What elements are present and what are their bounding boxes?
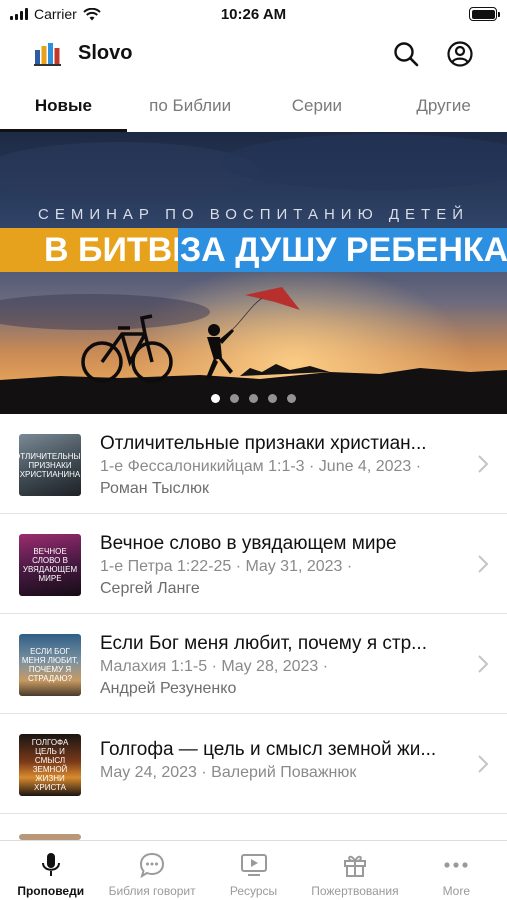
app-logo-icon [34,43,61,66]
sermon-list: Отличительные признаки христианина Отлич… [0,414,507,854]
status-bar: Carrier 10:26 AM [0,0,507,30]
carousel-dots [0,394,507,403]
status-time: 10:26 AM [220,6,287,23]
tabbar-more[interactable]: More [406,841,507,900]
list-item[interactable]: Отличительные признаки христианина Отлич… [0,414,507,514]
list-item[interactable]: Вечное слово в увядающем мире Вечное сло… [0,514,507,614]
sermon-meta: 1-е Фессалоникийцам 1:1-3 · June 4, 2023… [100,458,422,475]
chevron-right-icon [478,455,489,473]
banner-title-part2: ЗА ДУШУ РЕБЕНКА [178,228,507,272]
carousel-dot[interactable] [287,394,296,403]
sermon-meta: May 24, 2023 · Валерий Поважнюк [100,764,357,781]
tab-new[interactable]: Новые [0,86,127,132]
carousel-dot[interactable] [211,394,220,403]
tab-by-bible[interactable]: по Библии [127,86,254,132]
gift-icon [343,855,366,877]
sermon-author: Сергей Ланге [100,580,200,597]
tabbar-bible-speaks[interactable]: Библия говорит [101,841,202,900]
tabbar-resources[interactable]: Ресурсы [203,841,304,900]
sermon-author: Андрей Резуненко [100,680,237,697]
sermon-title: Отличительные признаки христиан... [100,433,427,454]
chat-bubble-icon [140,852,165,878]
banner-subtitle: СЕМИНАР ПО ВОСПИТАНИЮ ДЕТЕЙ [37,206,470,223]
tab-other[interactable]: Другие [380,86,507,132]
carousel-dot[interactable] [268,394,277,403]
microphone-icon [41,853,60,876]
chevron-right-icon [478,655,489,673]
sermon-meta: Малахия 1:1-5 · May 28, 2023 · [100,658,329,675]
more-dots-icon [444,862,468,868]
app-header: Slovo [0,30,507,78]
sermon-thumbnail: Отличительные признаки христианина [19,434,81,496]
sermon-thumbnail: Вечное слово в увядающем мире [19,534,81,596]
tabbar-sermons[interactable]: Проповеди [0,841,101,900]
search-button[interactable] [390,38,422,70]
sermon-title: Голгофа — цель и смысл земной жи... [100,739,437,760]
chevron-right-icon [478,755,489,773]
category-tabs: Новые по Библии Серии Другие [0,86,507,132]
tabbar-label: More [442,884,470,898]
banner-title: В БИТВЕ ЗА ДУШУ РЕБЕНКА [0,228,507,272]
carousel-dot[interactable] [230,394,239,403]
tab-series[interactable]: Серии [254,86,381,132]
tabbar-label: Библия говорит [108,884,196,898]
banner-image [0,132,507,414]
sermon-thumbnail: Голгофа цель и смысл земной жизни Христа [19,734,81,796]
sermon-title: Вечное слово в увядающем мире [100,533,397,554]
featured-banner[interactable]: СЕМИНАР ПО ВОСПИТАНИЮ ДЕТЕЙ В БИТВЕ ЗА Д… [0,132,507,414]
tabbar-label: Проповеди [17,884,85,898]
carousel-dot[interactable] [249,394,258,403]
tabbar-label: Ресурсы [229,884,278,898]
list-item[interactable]: Если Бог меня любит, почему я страдаю? Е… [0,614,507,714]
battery-icon [469,7,500,21]
sermon-meta: 1-е Петра 1:22-25 · May 31, 2023 · [100,558,353,575]
banner-title-part1: В БИТВЕ [0,228,195,272]
video-icon [240,854,267,876]
app-title: Slovo [78,42,133,64]
sermon-title: Если Бог меня любит, почему я стр... [100,633,427,654]
account-button[interactable] [444,38,476,70]
sermon-thumbnail: Если Бог меня любит, почему я страдаю? [19,634,81,696]
chevron-right-icon [478,555,489,573]
bottom-tab-bar: Проповеди Библия говорит Ресурсы Пожертв… [0,840,507,900]
search-icon [394,42,419,67]
account-icon [447,41,473,67]
list-item[interactable]: Голгофа цель и смысл земной жизни Христа… [0,714,507,814]
tabbar-donations[interactable]: Пожертвования [304,841,405,900]
sermon-author: Роман Тыслюк [100,480,209,497]
tabbar-label: Пожертвования [311,884,399,898]
